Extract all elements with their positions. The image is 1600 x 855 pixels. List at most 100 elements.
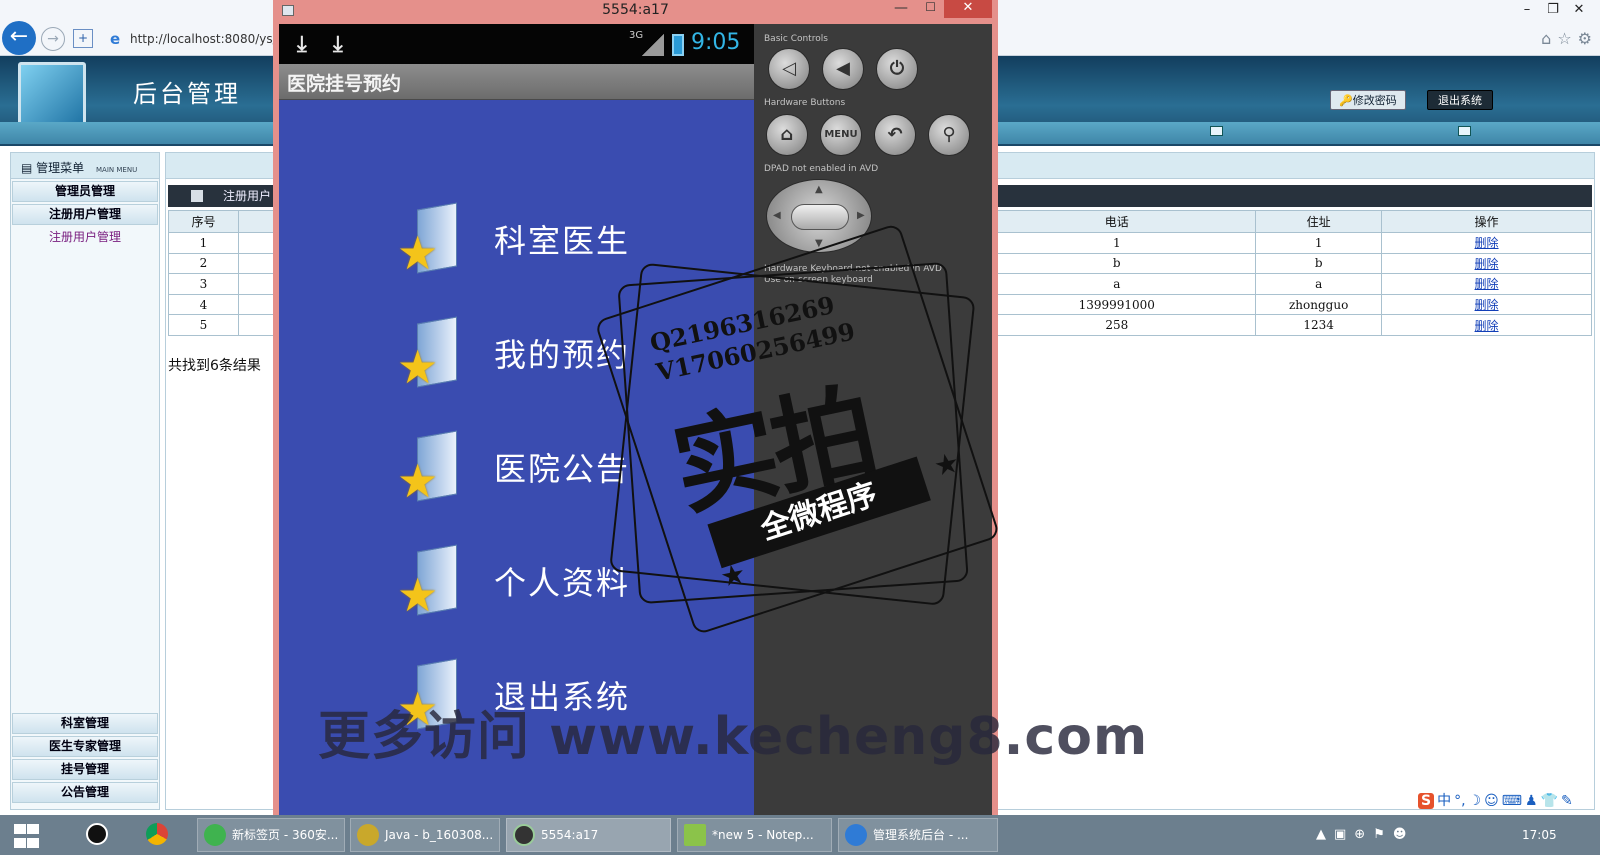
dpad-center-button[interactable] [791, 204, 849, 230]
volume-up-button[interactable]: ◀ [822, 48, 864, 90]
delete-link[interactable]: 删除 [1475, 236, 1499, 250]
dpad-left-icon[interactable]: ◀ [773, 210, 781, 221]
taskbar-button-label: *new 5 - Notep... [712, 828, 814, 842]
taskbar-button-label: 管理系统后台 - ... [873, 828, 969, 842]
menu-item-label: 科室医生 [494, 222, 631, 260]
delete-link[interactable]: 删除 [1475, 319, 1499, 333]
dpad-note: DPAD not enabled in AVD [764, 164, 879, 174]
ime-emoji-icon[interactable]: ☺ [1484, 793, 1499, 809]
restore-button[interactable]: ❐ [1540, 2, 1566, 17]
back-arrow-button[interactable]: ↶ [874, 114, 916, 156]
logout-button[interactable]: 退出系统 [1427, 90, 1493, 110]
address-bar[interactable]: http://localhost:8080/ys/ [130, 32, 277, 46]
eclipse-icon [357, 824, 379, 846]
column-header-phone: 电话 [977, 210, 1257, 233]
delete-link[interactable]: 删除 [1475, 298, 1499, 312]
taskbar-button-emulator[interactable]: 5554:a17 [506, 818, 671, 852]
search-button[interactable]: ⚲ [928, 114, 970, 156]
qq-penguin-icon [86, 823, 108, 845]
sidebar-item-department[interactable]: 科室管理 [12, 713, 158, 734]
power-button[interactable]: ⏻ [876, 48, 918, 90]
favorites-star-icon[interactable]: ☆ [1557, 29, 1571, 48]
settings-gear-icon[interactable]: ⚙ [1578, 29, 1592, 48]
tray-network-icon[interactable]: ▣ [1334, 827, 1346, 842]
taskbar-button-java[interactable]: Java - b_160308... [350, 818, 500, 852]
chrome-logo-icon [146, 823, 168, 845]
dpad-down-icon[interactable]: ▼ [815, 238, 823, 249]
back-button[interactable]: ← [2, 21, 36, 55]
cell-address: 1234 [1255, 314, 1383, 336]
emulator-close-button[interactable]: ✕ [944, 0, 992, 18]
ime-tools-icon[interactable]: ✎ [1561, 793, 1573, 809]
emulator-titlebar[interactable]: 5554:a17 — ☐ ✕ [273, 0, 998, 24]
add-favorite-button[interactable]: + [73, 29, 93, 48]
dpad-right-icon[interactable]: ▶ [857, 210, 865, 221]
dpad-up-icon[interactable]: ▲ [815, 184, 823, 195]
sidebar-item-admin-management[interactable]: 管理员管理 [12, 181, 158, 202]
cell-no: 4 [168, 293, 239, 316]
menu-item-label: 个人资料 [494, 564, 631, 602]
sidebar-subitem-user-management[interactable]: 注册用户管理 [11, 227, 159, 247]
home-icon[interactable]: ⌂ [1541, 29, 1551, 48]
menu-item-profile[interactable]: ★ 个人资料 [279, 544, 754, 624]
list-title: 注册用户 [223, 189, 272, 203]
ime-skin-icon[interactable]: 👕 [1541, 793, 1558, 809]
taskbar-button-360[interactable]: 新标签页 - 360安... [197, 818, 345, 852]
sidebar-item-doctor[interactable]: 医生专家管理 [12, 736, 158, 757]
cell-address: 1 [1255, 232, 1383, 254]
minimize-button[interactable]: – [1514, 2, 1540, 17]
tray-arrow-icon[interactable]: ▲ [1316, 827, 1326, 842]
menu-item-departments[interactable]: ★ 科室医生 [279, 202, 754, 282]
taskbar: 新标签页 - 360安... Java - b_160308... 5554:a… [0, 815, 1600, 855]
cell-no: 2 [168, 252, 239, 275]
ime-user-icon[interactable]: ♟ [1525, 793, 1538, 809]
ime-chinese-mode[interactable]: 中 [1437, 793, 1451, 809]
download-icon: ⤓ [333, 32, 343, 57]
emulator-maximize-button[interactable]: ☐ [925, 0, 936, 14]
qq-icon[interactable] [80, 818, 112, 852]
taskbar-clock[interactable]: 17:05 [1522, 828, 1557, 842]
forward-button[interactable]: → [41, 27, 65, 51]
delete-link[interactable]: 删除 [1475, 277, 1499, 291]
cell-address: a [1255, 273, 1383, 295]
basic-controls-heading: Basic Controls [764, 34, 828, 44]
menu-item-notices[interactable]: ★ 医院公告 [279, 430, 754, 510]
menu-icon: ▤ [21, 161, 33, 175]
app-title: 医院挂号预约 [287, 73, 402, 95]
star-icon: ★ [397, 340, 439, 394]
sidebar-bottom-group: 科室管理 医生专家管理 挂号管理 公告管理 [11, 711, 159, 805]
delete-link[interactable]: 删除 [1475, 257, 1499, 271]
taskbar-button-ie[interactable]: 管理系统后台 - ... [838, 818, 998, 852]
tray-qq-icon[interactable]: ☻ [1393, 827, 1407, 842]
volume-down-button[interactable]: ◁ [768, 48, 810, 90]
cell-phone: 258 [977, 314, 1257, 336]
menu-button[interactable]: MENU [820, 114, 862, 156]
ime-toolbar: S 中 °, ☽ ☺ ⌨ ♟ 👕 ✎ [1418, 790, 1576, 810]
cell-no: 5 [168, 314, 239, 336]
ime-punctuation-icon[interactable]: °, [1454, 793, 1465, 809]
dpad[interactable]: ▲ ▼ ◀ ▶ [766, 179, 872, 253]
sidebar-item-notice[interactable]: 公告管理 [12, 782, 158, 803]
home-button[interactable]: ⌂ [766, 114, 808, 156]
start-button[interactable] [14, 824, 42, 848]
cell-action: 删除 [1381, 314, 1592, 336]
cell-phone: b [977, 252, 1257, 275]
monitor-small-icon [1458, 126, 1471, 136]
ime-moon-icon[interactable]: ☽ [1469, 793, 1482, 809]
signal-icon [642, 34, 664, 56]
chrome-icon[interactable] [140, 818, 172, 852]
tray-plus-icon[interactable]: ⊕ [1354, 827, 1365, 842]
tray-flag-icon[interactable]: ⚑ [1373, 827, 1385, 842]
cell-no: 3 [168, 273, 239, 295]
sogou-icon[interactable]: S [1418, 793, 1435, 809]
ime-keyboard-icon[interactable]: ⌨ [1502, 793, 1522, 809]
menu-item-my-appointments[interactable]: ★ 我的预约 [279, 316, 754, 396]
emulator-minimize-button[interactable]: — [894, 0, 908, 16]
close-button[interactable]: ✕ [1566, 2, 1592, 17]
result-count: 共找到6条结果 [168, 358, 261, 374]
cell-address: b [1255, 252, 1383, 275]
sidebar-item-registration[interactable]: 挂号管理 [12, 759, 158, 780]
sidebar-item-user-management[interactable]: 注册用户管理 [12, 204, 158, 225]
taskbar-button-notepad[interactable]: *new 5 - Notep... [677, 818, 832, 852]
change-password-button[interactable]: 🔑修改密码 [1330, 90, 1406, 110]
